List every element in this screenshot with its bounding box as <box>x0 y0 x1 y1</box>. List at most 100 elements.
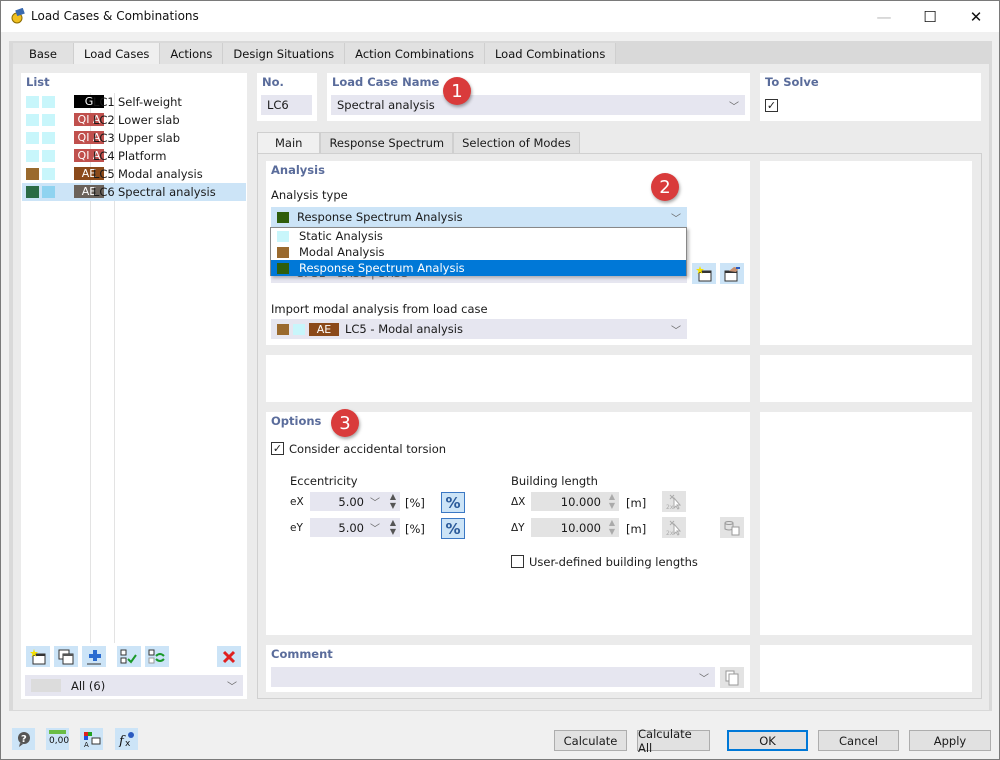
color-swatch <box>42 114 55 126</box>
subtab-main[interactable]: Main <box>257 132 321 153</box>
ex-input[interactable]: 5.00 ﹀ ▲ ▼ <box>310 492 400 511</box>
analysis-type-select[interactable]: Response Spectrum Analysis ﹀ <box>271 207 687 227</box>
analysis-type-value: Response Spectrum Analysis <box>297 210 463 224</box>
option-label: Modal Analysis <box>299 245 385 259</box>
subtab-selection-of-modes[interactable]: Selection of Modes <box>453 132 580 153</box>
toggle-check-button[interactable] <box>145 646 169 667</box>
tab-load-combinations[interactable]: Load Combinations <box>484 43 617 64</box>
display-settings-button[interactable]: A <box>80 728 103 750</box>
list-item[interactable]: AE LC5 Modal analysis <box>22 165 246 183</box>
edit-icon <box>724 266 740 281</box>
option-label: Response Spectrum Analysis <box>299 261 465 275</box>
svg-text:x: x <box>125 739 131 747</box>
copy-icon <box>58 649 74 664</box>
color-swatch <box>26 150 39 162</box>
new-load-case-button[interactable] <box>26 646 50 667</box>
subtab-response-spectrum[interactable]: Response Spectrum <box>320 132 454 153</box>
import-lengths-button[interactable] <box>720 517 744 538</box>
spin-arrows-icon[interactable]: ▲ ▼ <box>390 492 396 510</box>
sub-tabs: Main Response Spectrum Selection of Mode… <box>257 132 580 153</box>
import-modal-select[interactable]: AE LC5 - Modal analysis ﹀ <box>271 319 687 339</box>
color-swatch <box>26 96 39 108</box>
formula-button[interactable]: fx <box>115 728 138 750</box>
dy-input[interactable]: 10.000 ▲ ▼ <box>531 518 619 537</box>
option-response-spectrum-analysis[interactable]: Response Spectrum Analysis <box>271 260 686 276</box>
ok-button[interactable]: OK <box>727 730 808 751</box>
marker-1: 1 <box>443 77 471 105</box>
load-case-name: Modal analysis <box>118 167 203 181</box>
to-solve-checkbox[interactable]: ✓ <box>765 99 778 112</box>
renumber-button[interactable] <box>82 646 106 667</box>
ey-input[interactable]: 5.00 ﹀ ▲ ▼ <box>310 518 400 537</box>
copy-load-case-button[interactable] <box>54 646 78 667</box>
pick-cursor-icon: 2x <box>666 520 682 536</box>
building-length-label: Building length <box>511 474 598 488</box>
units-button[interactable]: 0,00 <box>46 728 69 750</box>
import-color-1 <box>277 323 289 335</box>
user-defined-lengths-checkbox[interactable] <box>511 555 524 568</box>
calculate-button[interactable]: Calculate <box>554 730 627 751</box>
tab-design-situations[interactable]: Design Situations <box>223 43 346 64</box>
window-title: Load Cases & Combinations <box>31 9 199 23</box>
analysis-color-swatch <box>277 211 289 223</box>
accidental-torsion-checkbox[interactable]: ✓ <box>271 442 284 455</box>
list-item[interactable]: G LC1 Self-weight <box>22 93 246 111</box>
help-icon: ? <box>17 732 30 747</box>
delete-button[interactable] <box>217 646 241 667</box>
help-button[interactable]: ? <box>12 728 35 750</box>
renumber-icon <box>87 649 101 664</box>
check-all-button[interactable] <box>117 646 141 667</box>
minimize-button[interactable]: — <box>861 1 907 32</box>
analysis-side-panel <box>760 161 972 345</box>
chevron-down-icon: ﹀ <box>729 102 739 113</box>
analysis-type-dropdown: Static Analysis Modal Analysis Response … <box>270 227 687 276</box>
dx-input[interactable]: 10.000 ▲ ▼ <box>531 492 619 511</box>
new-icon <box>696 265 712 281</box>
spin-arrows-icon[interactable]: ▲ ▼ <box>609 492 615 510</box>
name-label: Load Case Name <box>332 75 440 89</box>
copy-comment-button[interactable] <box>720 667 744 688</box>
main-tabs: Base Load Cases Actions Design Situation… <box>13 43 617 65</box>
list-item[interactable]: AE LC6 Spectral analysis <box>22 183 246 201</box>
list-item[interactable]: QI A LC4 Platform <box>22 147 246 165</box>
chevron-down-icon[interactable]: ﹀ <box>370 520 380 535</box>
svg-text:2x: 2x <box>666 504 674 510</box>
cancel-button[interactable]: Cancel <box>818 730 899 751</box>
chevron-down-icon[interactable]: ﹀ <box>370 494 380 509</box>
ex-percent-toggle[interactable]: % <box>441 492 465 513</box>
option-modal-analysis[interactable]: Modal Analysis <box>271 244 686 260</box>
calculate-all-button[interactable]: Calculate All <box>637 727 710 755</box>
option-label: Static Analysis <box>299 229 383 243</box>
load-case-number: LC4 <box>93 149 115 163</box>
empty-side-panel <box>760 355 972 402</box>
new-icon <box>30 648 46 664</box>
tab-action-combinations[interactable]: Action Combinations <box>345 43 485 64</box>
no-value: LC6 <box>267 98 289 112</box>
check-all-icon <box>120 649 137 664</box>
new-spectrum-button[interactable] <box>692 263 716 284</box>
pick-dx-button[interactable]: 2x <box>662 491 686 512</box>
import-badge: AE <box>309 322 339 336</box>
comment-input[interactable]: ﹀ <box>271 667 715 687</box>
pick-dy-button[interactable]: 2x <box>662 517 686 538</box>
maximize-button[interactable]: ☐ <box>907 1 953 32</box>
edit-spectrum-button[interactable] <box>720 263 744 284</box>
option-static-analysis[interactable]: Static Analysis <box>271 228 686 244</box>
apply-button[interactable]: Apply <box>909 730 991 751</box>
tab-actions[interactable]: Actions <box>160 43 224 64</box>
tab-base[interactable]: Base <box>13 43 75 64</box>
color-swatch <box>42 96 55 108</box>
load-case-name-select[interactable]: Spectral analysis ﹀ <box>331 95 745 115</box>
close-button[interactable]: ✕ <box>953 1 999 32</box>
list-filter-select[interactable]: All (6) ﹀ <box>25 675 243 696</box>
spin-arrows-icon[interactable]: ▲ ▼ <box>390 518 396 536</box>
user-defined-lengths-label: User-defined building lengths <box>529 555 698 569</box>
list-item[interactable]: QI A LC3 Upper slab <box>22 129 246 147</box>
chevron-down-icon: ﹀ <box>671 214 681 225</box>
toggle-check-icon <box>148 649 165 663</box>
list-item[interactable]: QI A LC2 Lower slab <box>22 111 246 129</box>
spin-arrows-icon[interactable]: ▲ ▼ <box>609 518 615 536</box>
ey-percent-toggle[interactable]: % <box>441 518 465 539</box>
import-value: LC5 - Modal analysis <box>345 322 463 336</box>
tab-load-cases[interactable]: Load Cases <box>74 43 161 65</box>
